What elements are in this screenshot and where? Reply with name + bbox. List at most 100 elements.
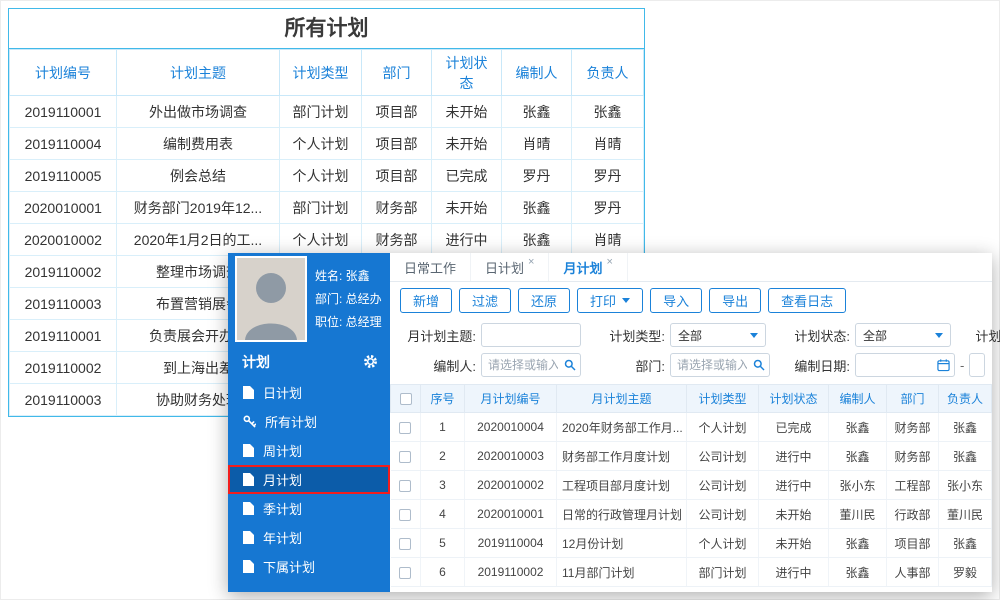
table-row[interactable]: 6 2019110002 11月部门计划 部门计划 进行中 张鑫 人事部 罗毅	[390, 557, 992, 587]
column-header-plan-subject: 计划主题	[116, 49, 280, 96]
sidebar-item-weekly-plan[interactable]: 周计划	[228, 436, 390, 465]
user-profile: 姓名: 张鑫 部门: 总经办 职位: 总经理	[228, 253, 390, 345]
sidebar-item-daily-plan[interactable]: 日计划	[228, 378, 390, 407]
row-checkbox[interactable]	[399, 479, 412, 492]
search-icon[interactable]	[564, 359, 576, 371]
restore-button[interactable]: 还原	[518, 288, 571, 313]
tab-bar: 日常工作 日计划 × 月计划 ×	[390, 253, 992, 282]
sidebar-item-annual-plan[interactable]: 年计划	[228, 523, 390, 552]
table-row[interactable]: 2020010002 2020年1月2日的工... 个人计划 财务部 进行中 张…	[9, 223, 644, 256]
print-button-label: 打印	[590, 294, 617, 309]
sidebar-item-subordinate-plans[interactable]: 下属计划	[228, 552, 390, 581]
cell-checkbox	[390, 528, 421, 558]
row-checkbox[interactable]	[399, 421, 412, 434]
compiler-link[interactable]: 张鑫	[828, 557, 887, 587]
compiler-link[interactable]: 张鑫	[828, 441, 887, 471]
filter-button[interactable]: 过滤	[459, 288, 512, 313]
plan-subject-link[interactable]: 日常的行政管理月计划	[556, 499, 687, 529]
cell-plan-status: 未开始	[431, 127, 502, 160]
sidebar-item-quarterly-plan[interactable]: 季计划	[228, 494, 390, 523]
plan-code-link[interactable]: 2020010002	[464, 470, 557, 500]
cell-plan-status: 未开始	[758, 499, 829, 529]
select-all-checkbox[interactable]	[399, 393, 412, 406]
plan-subject-link[interactable]: 2020年财务部工作月...	[556, 412, 687, 442]
sidebar-item-all-plans[interactable]: 所有计划	[228, 407, 390, 436]
plan-code-link[interactable]: 2020010004	[464, 412, 557, 442]
print-button[interactable]: 打印	[577, 288, 644, 313]
calendar-icon[interactable]	[937, 359, 950, 372]
cell-plan-type: 部门计划	[279, 95, 362, 128]
view-log-button[interactable]: 查看日志	[768, 288, 847, 313]
sidebar-item-label: 下属计划	[263, 560, 316, 575]
table-row[interactable]: 2020010001 财务部门2019年12... 部门计划 财务部 未开始 张…	[9, 191, 644, 224]
cell-plan-status: 进行中	[758, 470, 829, 500]
type-select[interactable]: 全部	[670, 323, 766, 347]
sidebar-item-label: 季计划	[263, 502, 303, 517]
export-button[interactable]: 导出	[709, 288, 762, 313]
filter-row-2: 编制人: 部门:	[400, 350, 986, 380]
sidebar-item-label: 年计划	[263, 531, 303, 546]
table-row[interactable]: 2 2020010003 财务部工作月度计划 公司计划 进行中 张鑫 财务部 张…	[390, 441, 992, 471]
owner-link[interactable]: 张小东	[938, 470, 992, 500]
import-button[interactable]: 导入	[650, 288, 703, 313]
plan-subject-link[interactable]: 财务部工作月度计划	[556, 441, 687, 471]
plan-subject-link[interactable]: 工程项目部月度计划	[556, 470, 687, 500]
plan-code-link[interactable]: 2019110004	[464, 528, 557, 558]
compiler-filter-label: 编制人:	[433, 358, 476, 374]
sidebar-section-plan: 计划	[228, 345, 390, 378]
cell-plan-status: 进行中	[431, 223, 502, 256]
compiler-link[interactable]: 张鑫	[828, 412, 887, 442]
table-row[interactable]: 2019110001 外出做市场调查 部门计划 项目部 未开始 张鑫 张鑫	[9, 95, 644, 128]
table-row[interactable]: 5 2019110004 12月份计划 个人计划 未开始 张鑫 项目部 张鑫	[390, 528, 992, 558]
document-icon	[243, 502, 254, 515]
column-header-owner: 负责人	[571, 49, 644, 96]
plan-code-link[interactable]: 2020010001	[464, 499, 557, 529]
chevron-down-icon	[622, 298, 631, 303]
owner-link[interactable]: 张鑫	[938, 412, 992, 442]
tab-label: 日计划	[485, 260, 525, 276]
table-row[interactable]: 3 2020010002 工程项目部月度计划 公司计划 进行中 张小东 工程部 …	[390, 470, 992, 500]
table-row[interactable]: 2019110004 编制费用表 个人计划 项目部 未开始 肖晴 肖晴	[9, 127, 644, 160]
cell-plan-status: 未开始	[431, 191, 502, 224]
sidebar-item-monthly-plan[interactable]: 月计划	[228, 465, 390, 494]
plan-code-link[interactable]: 2019110002	[464, 557, 557, 587]
close-icon[interactable]: ×	[528, 256, 534, 268]
table-row[interactable]: 4 2020010001 日常的行政管理月计划 公司计划 未开始 董川民 行政部…	[390, 499, 992, 529]
row-checkbox[interactable]	[399, 508, 412, 521]
plan-subject-link[interactable]: 11月部门计划	[556, 557, 687, 587]
search-icon[interactable]	[753, 359, 765, 371]
status-select[interactable]: 全部	[855, 323, 951, 347]
gear-icon[interactable]	[363, 354, 378, 369]
cell-plan-subject: 编制费用表	[116, 127, 280, 160]
compile-date-end-input[interactable]	[969, 353, 986, 377]
owner-link[interactable]: 张鑫	[938, 441, 992, 471]
row-checkbox[interactable]	[399, 537, 412, 550]
tab-monthly-plan[interactable]: 月计划 ×	[549, 253, 628, 281]
cell-plan-status: 已完成	[758, 412, 829, 442]
owner-link[interactable]: 张鑫	[938, 528, 992, 558]
cell-department: 财务部	[886, 441, 939, 471]
plan-code-link[interactable]: 2020010003	[464, 441, 557, 471]
column-header-plan-code: 月计划编号	[464, 384, 557, 413]
tab-label: 日常工作	[404, 260, 457, 276]
row-checkbox[interactable]	[399, 566, 412, 579]
tab-label: 月计划	[563, 260, 603, 276]
close-icon[interactable]: ×	[606, 256, 612, 268]
owner-link[interactable]: 董川民	[938, 499, 992, 529]
table-row[interactable]: 1 2020010004 2020年财务部工作月... 个人计划 已完成 张鑫 …	[390, 412, 992, 442]
owner-link[interactable]: 罗毅	[938, 557, 992, 587]
page-title: 所有计划	[9, 9, 644, 49]
compiler-link[interactable]: 张小东	[828, 470, 887, 500]
compiler-link[interactable]: 董川民	[828, 499, 887, 529]
column-header-plan-type: 计划类型	[279, 49, 362, 96]
compiler-link[interactable]: 张鑫	[828, 528, 887, 558]
tab-daily-work[interactable]: 日常工作	[390, 253, 472, 281]
row-checkbox[interactable]	[399, 450, 412, 463]
subject-filter-label: 月计划主题:	[407, 328, 476, 344]
plan-subject-link[interactable]: 12月份计划	[556, 528, 687, 558]
tab-daily-plan[interactable]: 日计划 ×	[471, 253, 550, 281]
cell-plan-type: 公司计划	[686, 499, 759, 529]
subject-filter-input[interactable]	[481, 323, 581, 347]
table-row[interactable]: 2019110005 例会总结 个人计划 项目部 已完成 罗丹 罗丹	[9, 159, 644, 192]
add-button[interactable]: 新增	[400, 288, 453, 313]
